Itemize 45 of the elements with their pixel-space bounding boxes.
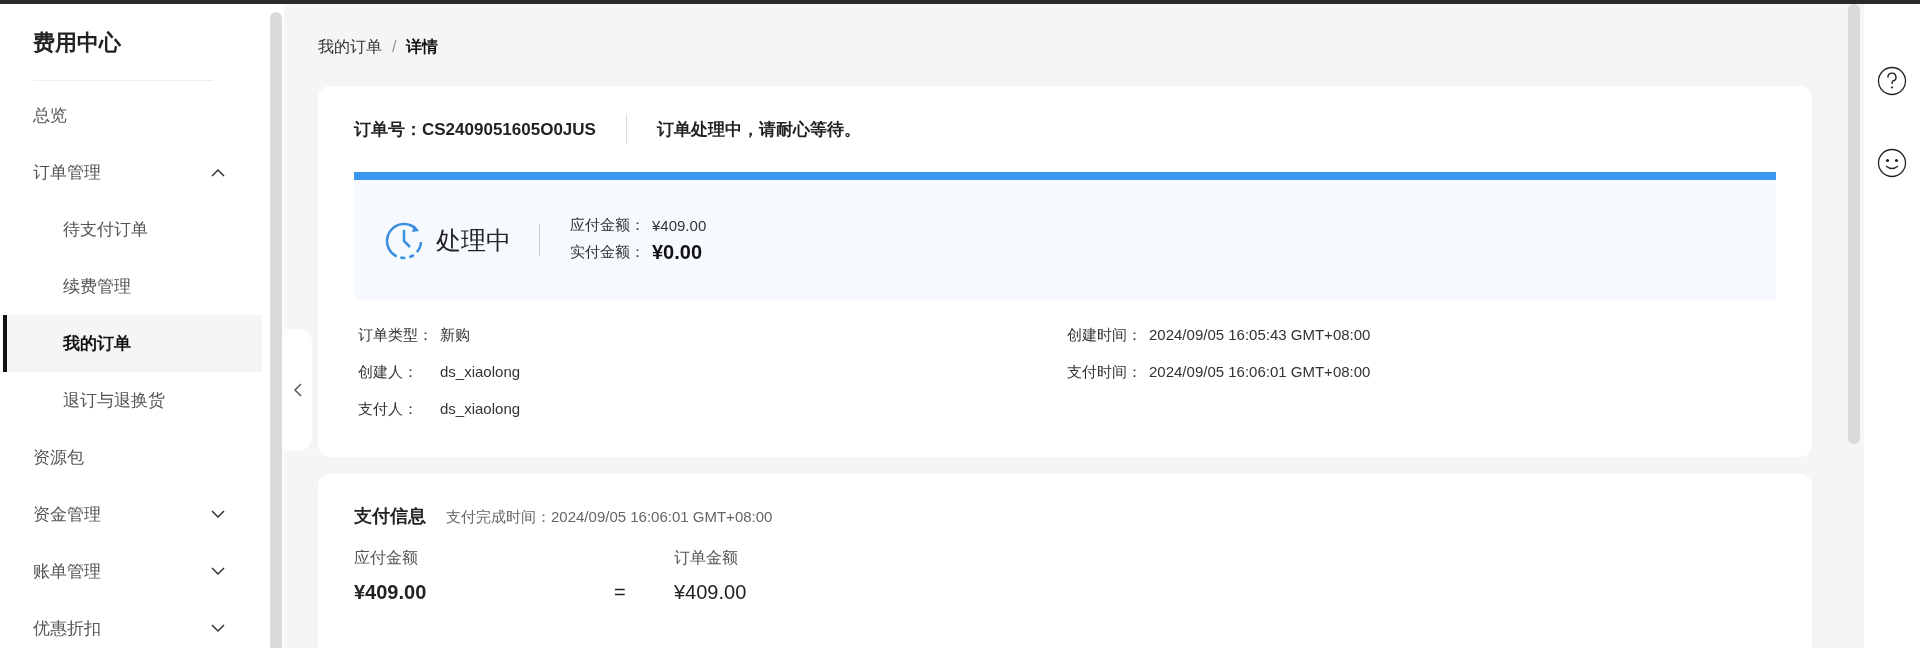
detail-label: 支付人： [358,400,419,419]
detail-value: ds_xiaolong [440,363,521,380]
detail-label: 创建时间： [1067,326,1143,345]
sidebar-item[interactable]: 优惠折扣 [0,600,262,648]
sidebar-title: 费用中心 [32,29,122,57]
clock-icon [384,220,424,260]
amount-label: 应付金额： [570,216,646,235]
sidebar-item[interactable]: 总览 [0,87,262,144]
breadcrumb-item[interactable]: 我的订单 [318,36,382,58]
section-title: 支付信息 [354,505,426,528]
detail-label: 创建人： [358,363,419,382]
amount-label: 应付金额 [354,548,419,568]
help-icon[interactable] [1877,66,1907,96]
payment-time: 支付完成时间：2024/09/05 16:06:01 GMT+08:00 [446,508,773,527]
sidebar-item[interactable]: 订单管理 [0,144,262,201]
amount-value: ¥0.00 [652,241,703,264]
order-message: 订单处理中，请耐心等待。 [656,118,861,141]
sidebar-item[interactable]: 资金管理 [0,486,262,543]
sidebar-item[interactable]: 资源包 [0,429,262,486]
amount-value: ¥409.00 [354,581,428,604]
sidebar-item[interactable]: 账单管理 [0,543,262,600]
detail-label: 支付时间： [1067,363,1143,382]
collapse-button[interactable] [284,329,312,451]
amount-value: ¥409.00 [652,217,707,234]
sidebar-item[interactable]: 待支付订单 [0,201,262,258]
detail-value: 新购 [440,326,470,343]
scrollbar-thumb[interactable] [1848,4,1860,444]
scrollbar-thumb[interactable] [270,12,282,648]
breadcrumb-separator: / [392,38,397,56]
order-number: 订单号：CS2409051605O0JUS [354,118,596,141]
detail-label: 订单类型： [358,326,434,345]
status-text: 处理中 [436,224,511,256]
amount-label: 实付金额： [570,243,646,262]
detail-value: 2024/09/05 16:05:43 GMT+08:00 [1149,326,1371,343]
sidebar-item[interactable]: 续费管理 [0,258,262,315]
smiley-icon[interactable] [1877,148,1907,178]
detail-value: ds_xiaolong [440,400,521,417]
breadcrumb-item: 详情 [406,36,439,57]
detail-value: 2024/09/05 16:06:01 GMT+08:00 [1149,363,1371,380]
equals-sign: = [614,581,627,604]
amount-label: 订单金额 [674,548,739,568]
amount-value: ¥409.00 [674,581,748,604]
sidebar-item[interactable]: 我的订单 [3,315,262,372]
chevron-left-icon [294,383,302,397]
sidebar-item[interactable]: 退订与退换货 [0,372,262,429]
